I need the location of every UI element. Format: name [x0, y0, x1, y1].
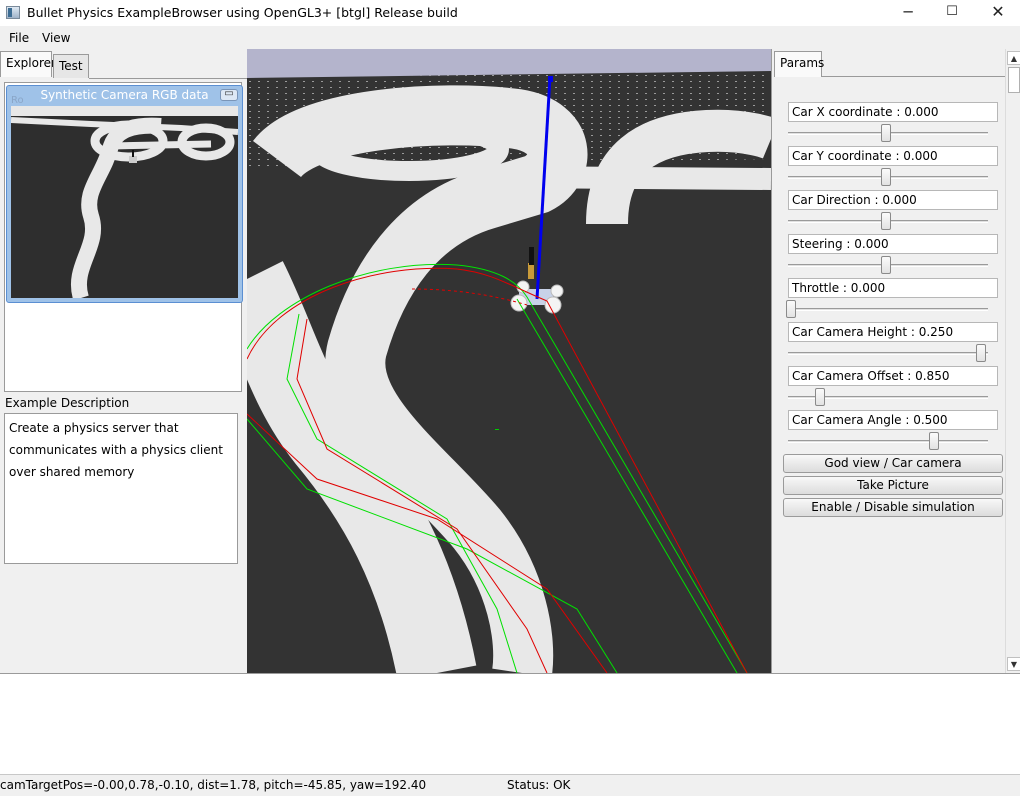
description-line: over shared memory	[9, 465, 135, 479]
param-slider-thumb[interactable]	[881, 212, 891, 230]
description-label: Example Description	[5, 396, 130, 410]
tab-params[interactable]: Params	[774, 51, 824, 77]
minimize-button[interactable]: ─	[885, 0, 931, 26]
scroll-thumb[interactable]	[1008, 67, 1020, 93]
param-field[interactable]: Car Direction : 0.000	[788, 190, 998, 210]
close-button[interactable]: ✕	[975, 0, 1020, 26]
param-field[interactable]: Car Camera Height : 0.250	[788, 322, 998, 342]
param-slider-thumb[interactable]	[881, 124, 891, 142]
scroll-up-button[interactable]: ▲	[1007, 51, 1020, 65]
tab-explorer[interactable]: Explorer	[0, 51, 56, 77]
param-field[interactable]: Car Camera Offset : 0.850	[788, 366, 998, 386]
title-bar: Bullet Physics ExampleBrowser using Open…	[0, 0, 1020, 26]
description-line: communicates with a physics client	[9, 443, 223, 457]
param-slider-track[interactable]	[788, 352, 988, 355]
param-slider-thumb[interactable]	[881, 256, 891, 274]
camera-window-collapse-button[interactable]: ▭	[220, 89, 238, 101]
menu-bar: File View	[0, 28, 1020, 49]
camera-status-text: camTargetPos=-0.00,0.78,-0.10, dist=1.78…	[0, 778, 427, 792]
param-field[interactable]: Throttle : 0.000	[788, 278, 998, 298]
param-field[interactable]: Car X coordinate : 0.000	[788, 102, 998, 122]
3d-viewport[interactable]	[247, 49, 771, 673]
description-box: Create a physics server that communicate…	[4, 413, 238, 564]
tab-test[interactable]: Test	[53, 54, 89, 78]
params-panel: Params Car X coordinate : 0.000 Car Y coo…	[771, 49, 1020, 673]
param-slider-thumb[interactable]	[881, 168, 891, 186]
camera-axis-tip	[548, 76, 553, 82]
camera-rgb-image	[11, 106, 238, 298]
param-slider-track[interactable]	[788, 440, 988, 443]
menu-view[interactable]: View	[42, 31, 70, 45]
race-track	[247, 85, 771, 673]
app-icon	[6, 6, 20, 19]
param-slider-thumb[interactable]	[976, 344, 986, 362]
god-view-car-camera-button[interactable]: God view / Car camera	[783, 454, 1003, 473]
param-slider-thumb[interactable]	[814, 388, 825, 406]
scroll-down-button[interactable]: ▼	[1007, 657, 1020, 671]
param-slider-thumb[interactable]	[786, 300, 796, 318]
param-field[interactable]: Car Y coordinate : 0.000	[788, 146, 998, 166]
window-title: Bullet Physics ExampleBrowser using Open…	[27, 5, 458, 20]
physics-scene[interactable]	[247, 49, 771, 673]
enable-disable-simulation-button[interactable]: Enable / Disable simulation	[783, 498, 1003, 517]
take-picture-button[interactable]: Take Picture	[783, 476, 1003, 495]
status-text: Status: OK	[507, 778, 571, 792]
green-marker	[495, 429, 499, 430]
synthetic-camera-window[interactable]: Ro Synthetic Camera RGB data ▭	[6, 85, 243, 303]
console-output[interactable]	[0, 673, 1020, 774]
param-slider-thumb[interactable]	[928, 432, 939, 450]
maximize-button[interactable]: ☐	[929, 0, 975, 26]
camera-window-title[interactable]: Synthetic Camera RGB data	[7, 86, 242, 106]
camera-track-render	[11, 106, 238, 298]
param-slider-track[interactable]	[788, 308, 988, 311]
params-scrollbar[interactable]: ▲ ▼	[1005, 49, 1020, 673]
param-field[interactable]: Car Camera Angle : 0.500	[788, 410, 998, 430]
menu-file[interactable]: File	[9, 31, 29, 45]
status-bar: camTargetPos=-0.00,0.78,-0.10, dist=1.78…	[0, 774, 1020, 796]
param-field[interactable]: Steering : 0.000	[788, 234, 998, 254]
description-line: Create a physics server that	[9, 421, 179, 435]
tab-strip-line	[89, 78, 247, 79]
tab-strip-line	[822, 76, 1006, 77]
